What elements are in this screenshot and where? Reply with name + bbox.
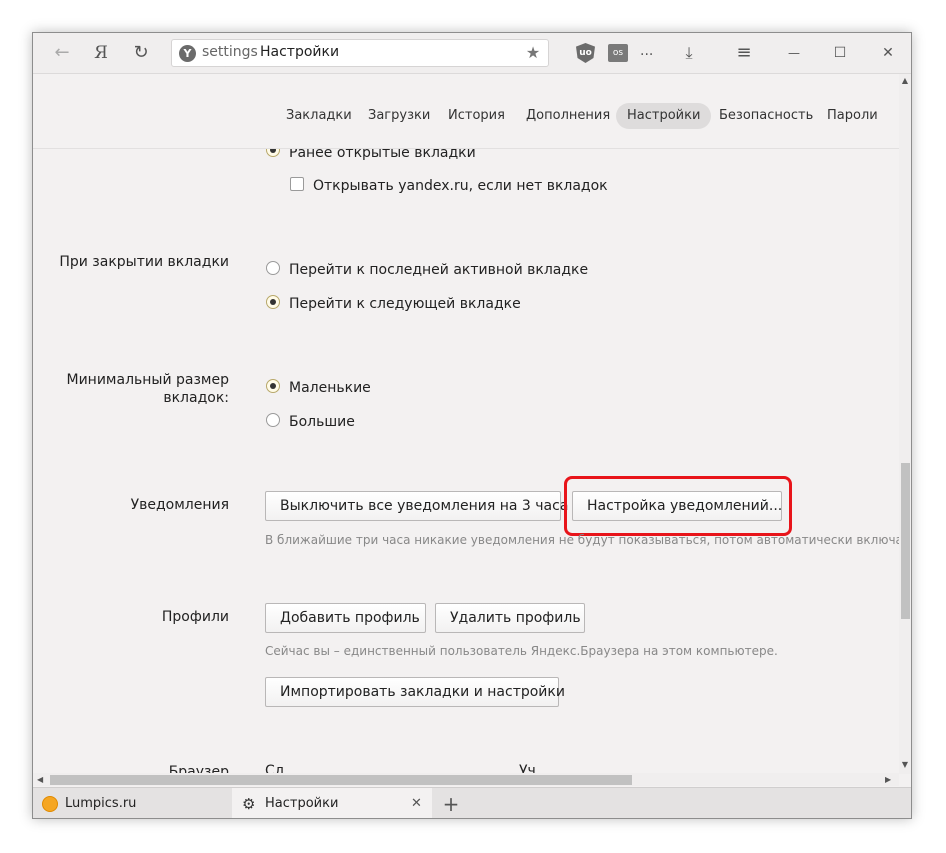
new-tab-button[interactable]: + [441,788,461,818]
checkbox-open-yandex[interactable] [290,177,304,191]
nav-extensions[interactable]: Дополнения [515,103,621,129]
downloads-icon[interactable]: ⤓ [677,33,701,73]
address-url: settings [202,44,258,60]
radio-previous-tabs[interactable] [266,149,280,157]
radio-last-active-tab[interactable] [266,261,280,275]
browser-section-col1: Сд [265,763,285,773]
yandex-browser-icon: Y [179,45,196,62]
gear-icon: ⚙ [242,795,256,813]
lumpics-favicon-icon [42,796,58,812]
tab-lumpics[interactable]: Lumpics.ru [33,788,231,818]
back-arrow-icon[interactable]: ← [47,33,77,73]
option-small-label: Маленькие [289,380,371,396]
option-next-tab-label: Перейти к следующей вкладке [289,296,521,312]
option-large-label: Большие [289,414,355,430]
tab-bar: Lumpics.ru ⚙ Настройки ✕ + [33,787,911,818]
scroll-up-arrow-icon[interactable]: ▲ [899,76,911,85]
close-window-icon[interactable]: ✕ [875,33,901,73]
lastfm-extension-icon[interactable]: os [608,44,628,62]
radio-small-tabs[interactable] [266,379,280,393]
nav-bookmarks[interactable]: Закладки [275,103,363,129]
scroll-down-arrow-icon[interactable]: ▼ [899,760,911,769]
extensions-more-icon[interactable]: ... [640,43,653,59]
vertical-scroll-thumb[interactable] [901,463,910,619]
highlight-frame [564,476,792,536]
nav-history[interactable]: История [437,103,516,129]
option-previous-tabs-label: Ранее открытые вкладки [289,149,476,161]
address-bar[interactable]: Y settings Настройки [171,39,549,67]
maximize-icon[interactable]: ☐ [827,33,853,73]
radio-large-tabs[interactable] [266,413,280,427]
tab-size-label: Минимальный размер вкладок: [33,371,230,407]
address-page-title: Настройки [260,44,340,60]
scroll-left-arrow-icon[interactable]: ◀ [37,773,43,786]
menu-icon[interactable]: ≡ [731,33,757,73]
radio-next-tab[interactable] [266,295,280,309]
browser-section-col2: Уч [519,763,536,773]
tab-settings-title: Настройки [265,796,339,811]
nav-security[interactable]: Безопасность [708,103,824,129]
option-open-yandex-label: Открывать yandex.ru, если нет вкладок [313,178,608,194]
scroll-right-arrow-icon[interactable]: ▶ [885,773,891,786]
horizontal-scroll-thumb[interactable] [50,775,632,785]
delete-profile-button[interactable]: Удалить профиль [435,603,585,633]
settings-nav: Закладки Загрузки История Дополнения Нас… [33,74,899,149]
minimize-icon[interactable]: — [781,33,807,73]
nav-settings[interactable]: Настройки [616,103,712,129]
horizontal-scrollbar[interactable]: ◀ ▶ [33,773,899,786]
add-profile-button[interactable]: Добавить профиль [265,603,426,633]
profiles-label: Профили [161,609,229,625]
tab-size-label-line1: Минимальный размер [66,372,230,388]
browser-window: ← Я ↻ Y settings Настройки ★ uo os ... ⤓… [32,32,912,819]
nav-downloads[interactable]: Загрузки [357,103,441,129]
yandex-logo-button[interactable]: Я [87,33,115,73]
tab-settings[interactable]: ⚙ Настройки ✕ [232,788,432,818]
import-bookmarks-button[interactable]: Импортировать закладки и настройки [265,677,565,707]
ublock-extension-icon[interactable]: uo [576,43,595,63]
vertical-scrollbar[interactable]: ▲ ▼ [899,74,911,774]
browser-section-label: Браузер [168,764,229,773]
tab-close-icon[interactable]: ✕ [411,788,422,818]
notifications-hint: В ближайшие три часа никакие уведомления… [265,533,899,547]
mute-notifications-button[interactable]: Выключить все уведомления на 3 часа [265,491,568,521]
on-close-label: При закрытии вкладки [59,254,229,270]
nav-passwords[interactable]: Пароли [816,103,889,129]
notifications-label: Уведомления [130,497,229,513]
top-toolbar: ← Я ↻ Y settings Настройки ★ uo os ... ⤓… [33,33,911,74]
profiles-hint: Сейчас вы – единственный пользователь Ян… [265,644,778,658]
option-last-active-label: Перейти к последней активной вкладке [289,262,589,278]
tab-size-label-line2: вкладок: [163,390,229,406]
reload-icon[interactable]: ↻ [127,33,155,73]
bookmark-star-icon[interactable]: ★ [521,33,545,73]
settings-content: Ранее открытые вкладки Открывать yandex.… [33,149,899,773]
tab-lumpics-title: Lumpics.ru [65,796,137,811]
